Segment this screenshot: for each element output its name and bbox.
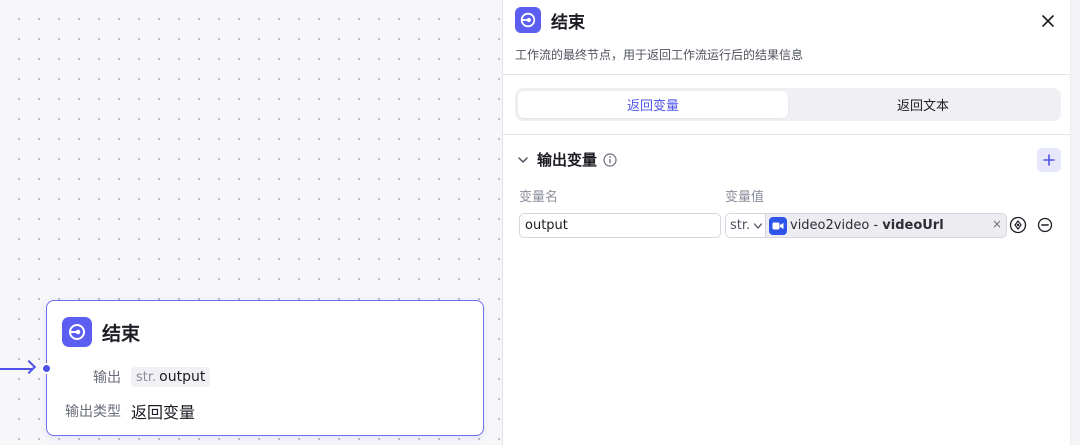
output-kind-value: 返回变量 [131,403,196,422]
output-label: 输出 [93,370,121,386]
remove-variable-button[interactable] [1035,215,1055,235]
output-var-name: output [159,369,206,385]
output-section-header[interactable]: 输出变量 [517,149,617,170]
chevron-down-icon[interactable] [517,154,529,166]
tabs-divider [503,134,1070,135]
reference-node: video2video [790,218,870,233]
panel-scrollbar[interactable] [1070,0,1080,445]
end-node-card[interactable]: 结束 输出 str. output 输出类型 返回变量 [41,300,484,436]
video-icon [769,216,787,235]
column-name-label: 变量名 [519,190,559,205]
panel-title: 结束 [551,12,585,33]
section-title: 输出变量 [537,151,598,169]
plus-icon [1043,154,1055,166]
variable-type-value: str. [730,218,751,233]
close-button[interactable] [1036,9,1060,33]
node-settings-panel: 结束 工作流的最终节点，用于返回工作流运行后的结果信息 返回变量 返回文本 输出… [502,0,1080,445]
chevron-down-icon [754,222,763,229]
minus-circle-icon [1037,217,1053,233]
end-node-icon [515,7,541,33]
tab-return-variable[interactable]: 返回变量 [518,91,788,118]
variable-type-select[interactable]: str. [725,213,765,238]
clear-reference-button[interactable]: × [992,217,1002,231]
node-header: 结束 [62,317,140,347]
connection-arrow-icon [21,359,37,375]
end-node-icon [62,317,92,347]
variable-reference-field[interactable]: video2video - videoUrl × [765,213,1007,238]
output-kind-label: 输出类型 [65,404,121,420]
info-icon[interactable] [603,152,617,167]
reference-picker-button[interactable] [1008,215,1028,235]
workflow-canvas[interactable]: 结束 输出 str. output 输出类型 返回变量 [0,0,502,445]
node-output-kind-row: 输出类型 返回变量 [47,399,195,423]
reference-text: video2video - videoUrl [790,218,944,233]
close-icon [1042,15,1054,27]
return-mode-tabs: 返回变量 返回文本 [515,88,1061,121]
column-value-label: 变量值 [725,190,765,205]
reference-separator: - [869,218,883,233]
output-var-tag: str. output [131,367,211,387]
tab-return-text[interactable]: 返回文本 [788,91,1058,118]
reference-variable: videoUrl [882,218,944,233]
panel-header: 结束 [515,7,585,33]
panel-description: 工作流的最终节点，用于返回工作流运行后的结果信息 [515,48,804,62]
node-output-row: 输出 str. output [47,367,211,387]
target-icon [1009,216,1027,234]
header-divider [503,74,1070,75]
add-variable-button[interactable] [1037,148,1061,172]
node-title: 结束 [102,322,141,345]
variable-name-input[interactable]: output [519,213,721,238]
output-type: str. [136,370,157,385]
